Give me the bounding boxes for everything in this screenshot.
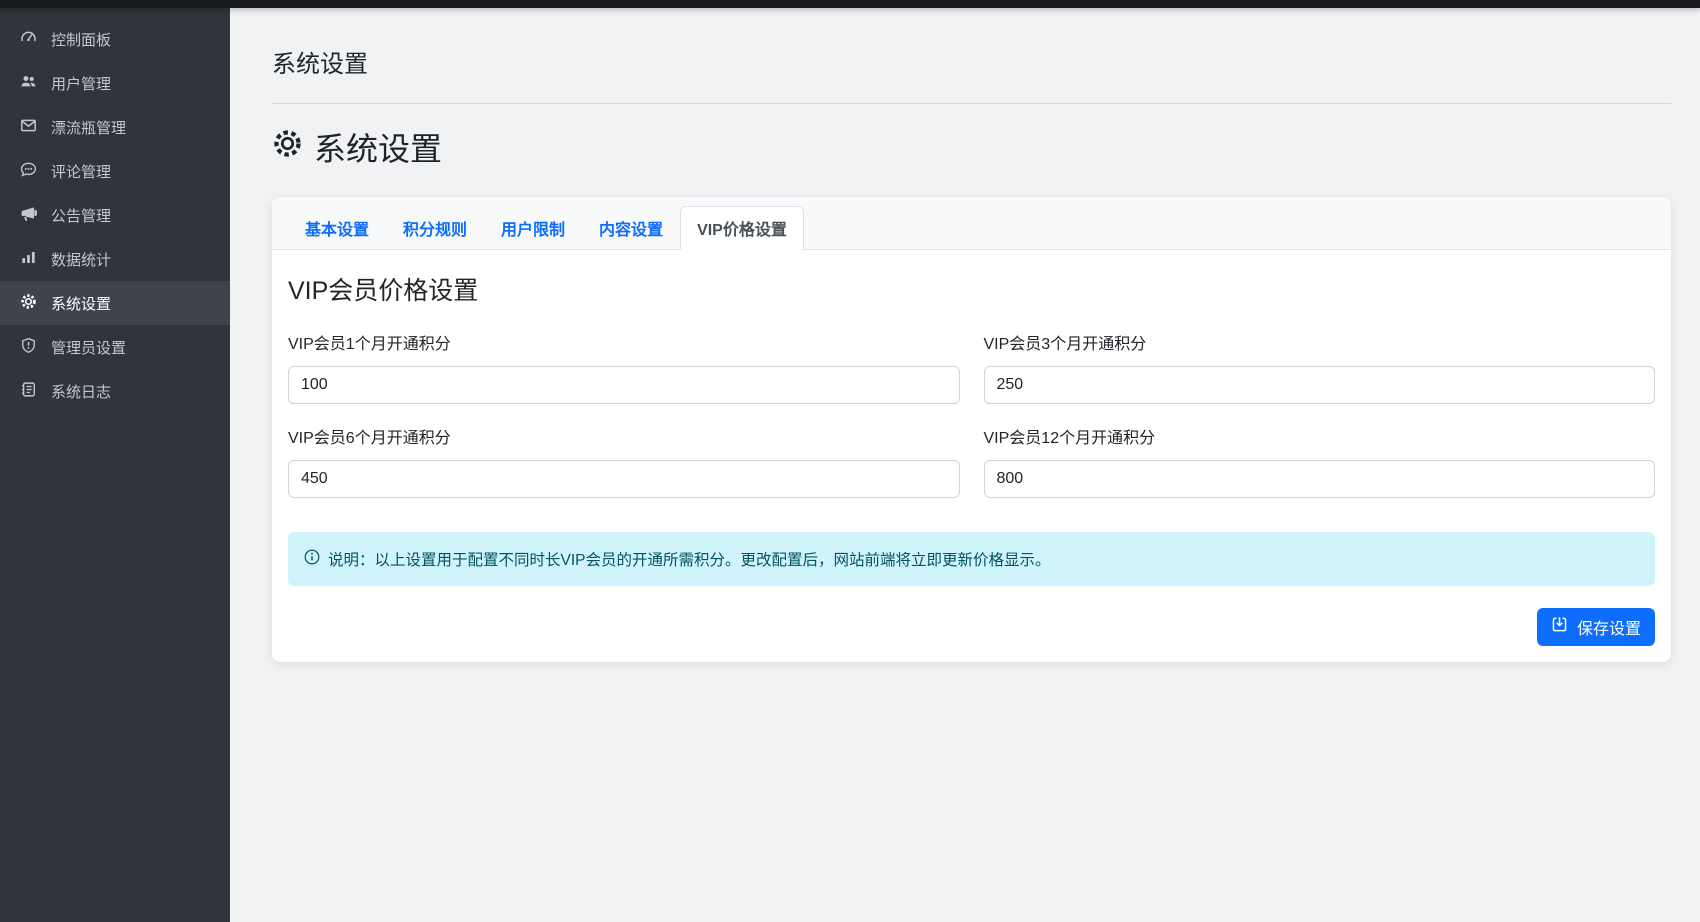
vip-12-month-input[interactable] (984, 460, 1656, 498)
chat-icon (20, 161, 37, 182)
sidebar-item-label: 管理员设置 (51, 337, 126, 358)
tab-points-rules[interactable]: 积分规则 (386, 206, 484, 250)
vip-pricing-form: VIP会员1个月开通积分 VIP会员3个月开通积分 VIP会员6个月开通积分 V… (288, 330, 1655, 498)
settings-tabs-bar: 基本设置 积分规则 用户限制 内容设置 VIP价格设置 (272, 197, 1671, 250)
top-strip (0, 0, 1700, 8)
sidebar-item-statistics[interactable]: 数据统计 (0, 237, 230, 281)
sidebar-item-system-settings[interactable]: 系统设置 (0, 281, 230, 325)
sidebar-item-label: 漂流瓶管理 (51, 117, 126, 138)
sidebar-item-announcements[interactable]: 公告管理 (0, 193, 230, 237)
sidebar-item-label: 数据统计 (51, 249, 111, 270)
journal-icon (20, 381, 37, 402)
sidebar-item-users[interactable]: 用户管理 (0, 61, 230, 105)
shield-icon (20, 337, 37, 358)
info-alert: 说明：以上设置用于配置不同时长VIP会员的开通所需积分。更改配置后，网站前端将立… (288, 532, 1655, 586)
settings-tabs: 基本设置 积分规则 用户限制 内容设置 VIP价格设置 (288, 206, 1655, 249)
settings-card: 基本设置 积分规则 用户限制 内容设置 VIP价格设置 VIP会员价格设置 VI… (272, 197, 1671, 662)
info-alert-text: 说明：以上设置用于配置不同时长VIP会员的开通所需积分。更改配置后，网站前端将立… (328, 548, 1051, 570)
sidebar-item-admin-settings[interactable]: 管理员设置 (0, 325, 230, 369)
vip-6-month-field-group: VIP会员6个月开通积分 (288, 424, 960, 498)
sidebar-item-label: 用户管理 (51, 73, 111, 94)
sidebar-item-dashboard[interactable]: 控制面板 (0, 17, 230, 61)
bar-chart-icon (20, 249, 37, 270)
page-title-text: 系统设置 (314, 124, 442, 170)
vip-6-month-input[interactable] (288, 460, 960, 498)
vip-1-month-label: VIP会员1个月开通积分 (288, 330, 960, 354)
page-header-title: 系统设置 (272, 44, 1671, 104)
info-circle-icon (304, 549, 320, 570)
megaphone-icon (20, 205, 37, 226)
envelope-icon (20, 117, 37, 138)
sidebar-item-label: 控制面板 (51, 29, 111, 50)
sidebar-item-bottles[interactable]: 漂流瓶管理 (0, 105, 230, 149)
vip-1-month-input[interactable] (288, 366, 960, 404)
vip-6-month-label: VIP会员6个月开通积分 (288, 424, 960, 448)
vip-12-month-label: VIP会员12个月开通积分 (984, 424, 1656, 448)
sidebar-item-system-log[interactable]: 系统日志 (0, 369, 230, 413)
users-icon (20, 73, 37, 94)
tab-vip-pricing[interactable]: VIP价格设置 (680, 206, 804, 250)
sidebar: 控制面板 用户管理 漂流瓶管理 评论管理 公告管理 数据统计 系统设置 管理员设… (0, 0, 230, 922)
section-title: VIP会员价格设置 (288, 271, 1655, 307)
vip-1-month-field-group: VIP会员1个月开通积分 (288, 330, 960, 404)
sidebar-item-label: 系统日志 (51, 381, 111, 402)
vip-3-month-input[interactable] (984, 366, 1656, 404)
save-icon (1551, 616, 1568, 638)
main-content: 系统设置 系统设置 基本设置 积分规则 用户限制 内容设置 VIP价格设置 VI… (230, 0, 1700, 662)
sidebar-item-label: 系统设置 (51, 293, 111, 314)
vip-12-month-field-group: VIP会员12个月开通积分 (984, 424, 1656, 498)
speedometer-icon (20, 29, 37, 50)
tab-content-settings[interactable]: 内容设置 (582, 206, 680, 250)
sidebar-item-label: 公告管理 (51, 205, 111, 226)
form-actions: 保存设置 (288, 608, 1655, 646)
tab-basic-settings[interactable]: 基本设置 (288, 206, 386, 250)
save-button-label: 保存设置 (1577, 615, 1641, 639)
page-title: 系统设置 (272, 124, 1671, 170)
vip-3-month-label: VIP会员3个月开通积分 (984, 330, 1656, 354)
save-settings-button[interactable]: 保存设置 (1537, 608, 1655, 646)
sidebar-item-label: 评论管理 (51, 161, 111, 182)
vip-pricing-panel: VIP会员价格设置 VIP会员1个月开通积分 VIP会员3个月开通积分 VIP会… (272, 250, 1671, 662)
sidebar-item-comments[interactable]: 评论管理 (0, 149, 230, 193)
gear-icon (272, 128, 303, 167)
tab-user-limits[interactable]: 用户限制 (484, 206, 582, 250)
gear-icon (20, 293, 37, 314)
vip-3-month-field-group: VIP会员3个月开通积分 (984, 330, 1656, 404)
